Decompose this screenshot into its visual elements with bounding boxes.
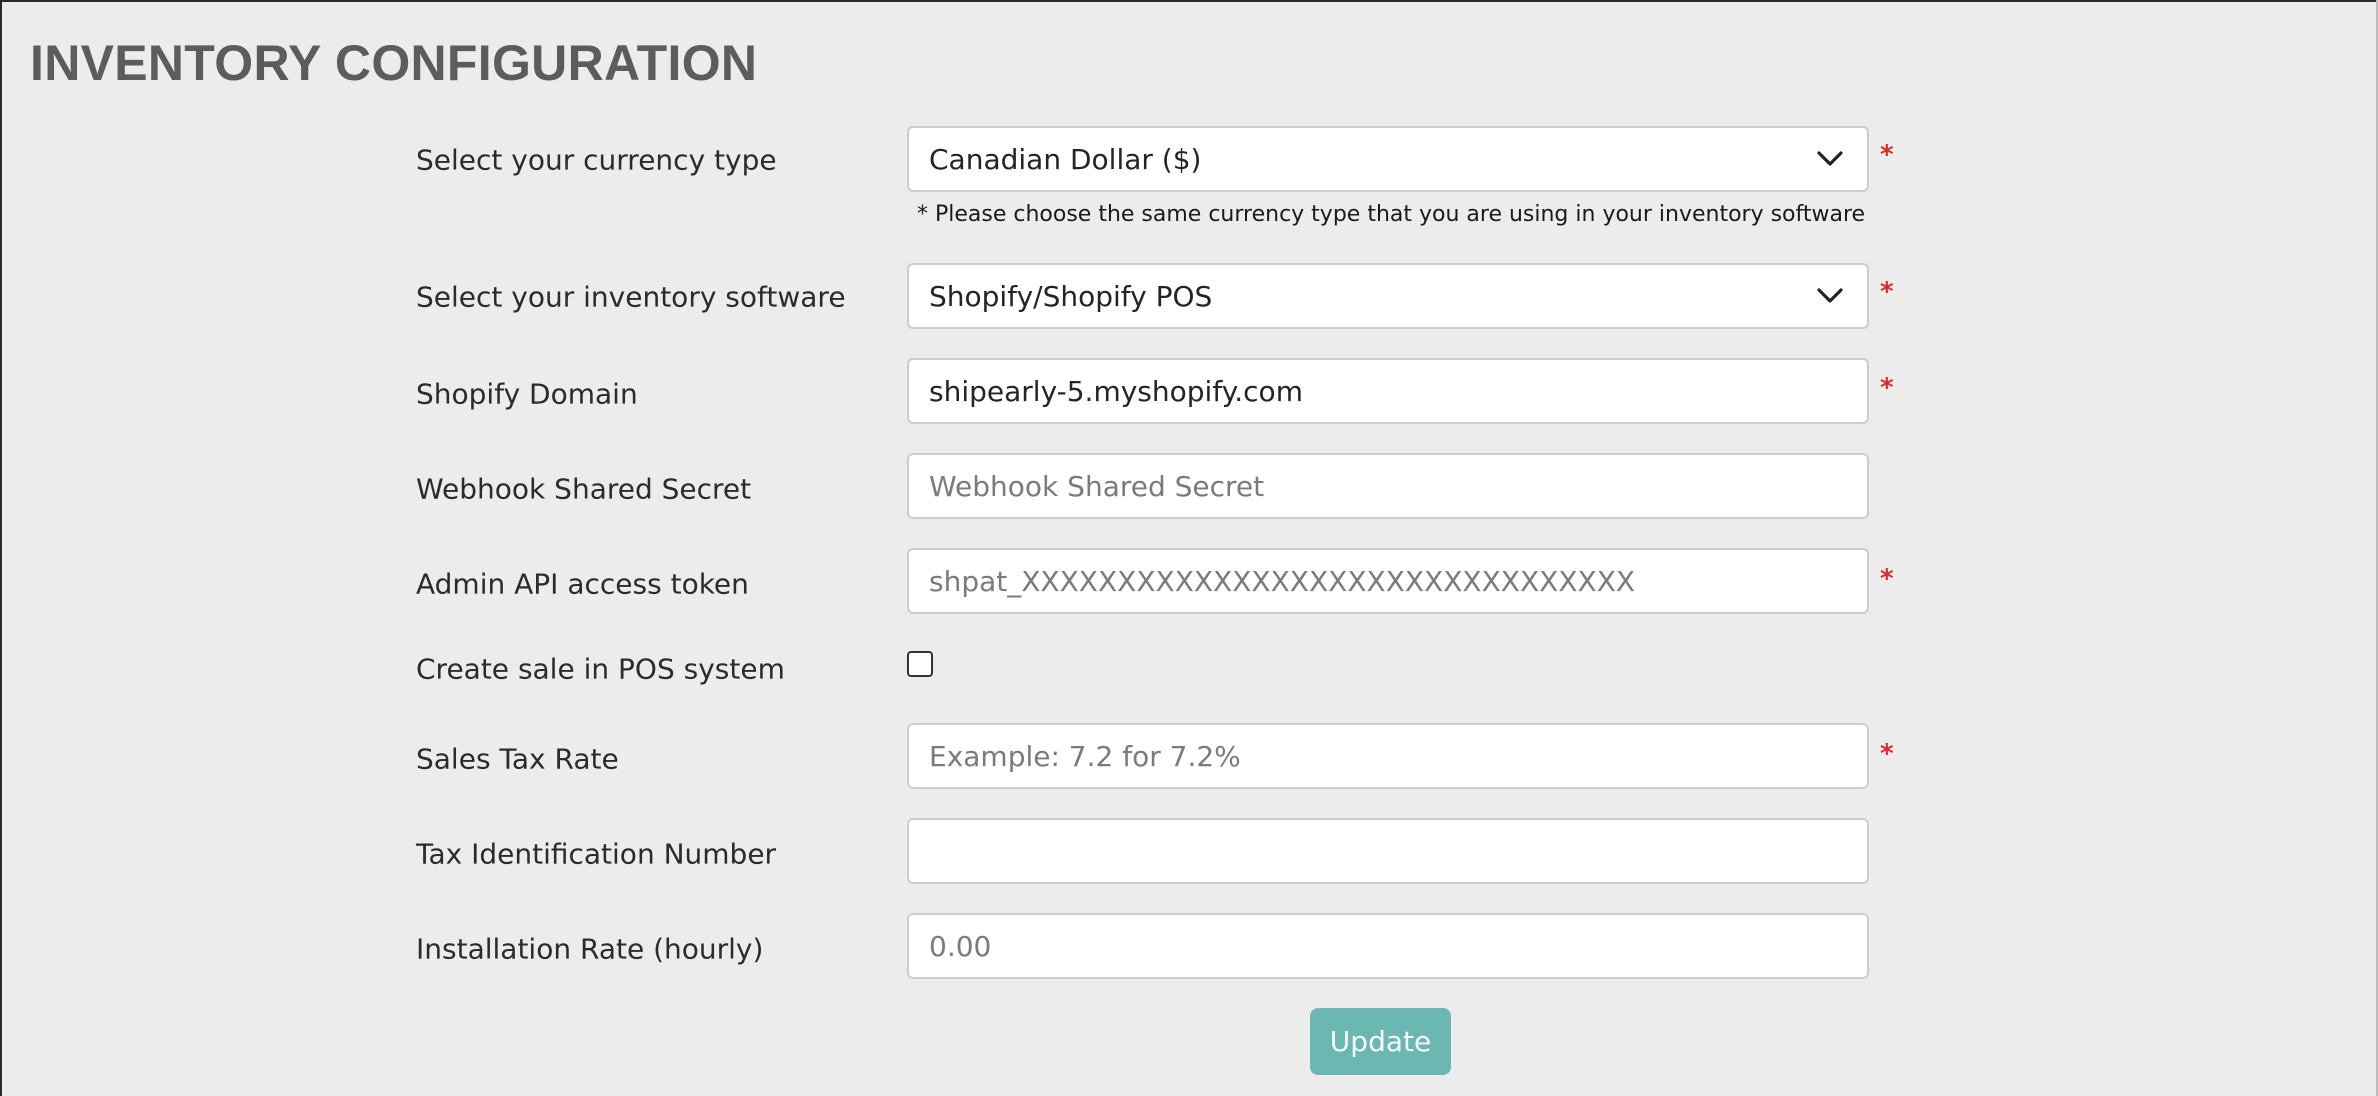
create-sale-label: Create sale in POS system (416, 652, 785, 686)
create-sale-checkbox[interactable] (907, 651, 933, 677)
currency-select[interactable]: Canadian Dollar ($) (907, 126, 1869, 192)
software-label: Select your inventory software (416, 280, 846, 314)
shopify-domain-required-marker: * (1880, 373, 1894, 403)
update-button[interactable]: Update (1310, 1008, 1451, 1075)
webhook-secret-label: Webhook Shared Secret (416, 472, 752, 506)
chevron-down-icon (1817, 288, 1843, 303)
software-required-marker: * (1880, 277, 1894, 307)
webhook-secret-input[interactable]: Webhook Shared Secret (907, 453, 1869, 519)
install-rate-input[interactable]: 0.00 (907, 913, 1869, 979)
chevron-down-icon (1817, 151, 1843, 166)
software-select[interactable]: Shopify/Shopify POS (907, 263, 1869, 329)
currency-required-marker: * (1880, 140, 1894, 170)
sales-tax-input[interactable]: Example: 7.2 for 7.2% (907, 723, 1869, 789)
currency-label: Select your currency type (416, 143, 777, 177)
admin-token-label: Admin API access token (416, 567, 749, 601)
sales-tax-label: Sales Tax Rate (416, 742, 619, 776)
sales-tax-required-marker: * (1880, 739, 1894, 769)
admin-token-required-marker: * (1880, 564, 1894, 594)
currency-select-value: Canadian Dollar ($) (929, 142, 1202, 176)
admin-token-input[interactable]: shpat_XXXXXXXXXXXXXXXXXXXXXXXXXXXXXXXX (907, 548, 1869, 614)
page-title: INVENTORY CONFIGURATION (30, 35, 758, 91)
currency-hint: * Please choose the same currency type t… (917, 202, 1866, 227)
software-select-value: Shopify/Shopify POS (929, 279, 1213, 313)
install-rate-label: Installation Rate (hourly) (416, 932, 764, 966)
tax-id-input[interactable] (907, 818, 1869, 884)
tax-id-label: Tax Identification Number (416, 837, 777, 871)
shopify-domain-input[interactable]: shipearly-5.myshopify.com (907, 358, 1869, 424)
shopify-domain-label: Shopify Domain (416, 377, 638, 411)
